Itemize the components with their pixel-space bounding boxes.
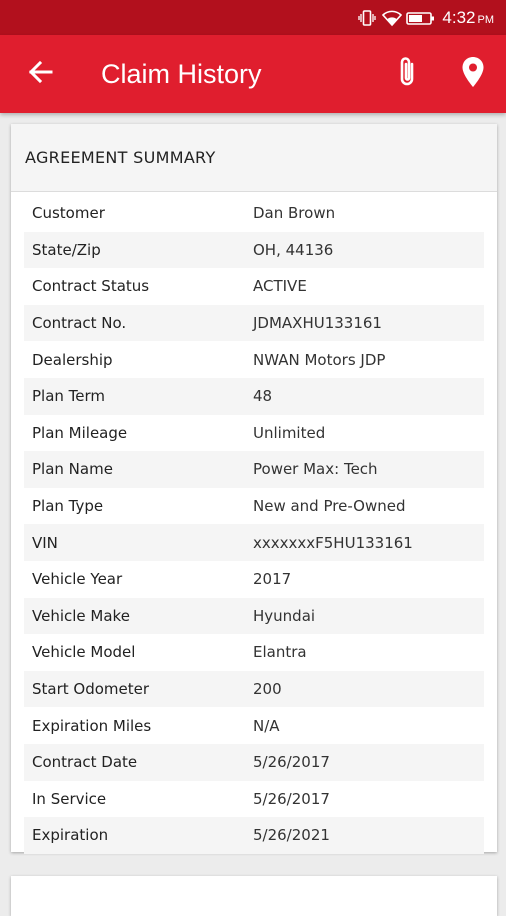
summary-row: Start Odometer 200 xyxy=(24,670,484,708)
summary-row: State/Zip OH, 44136 xyxy=(24,231,484,269)
summary-row-value: ACTIVE xyxy=(253,277,307,296)
summary-row-value: OH, 44136 xyxy=(253,240,334,259)
summary-row: Contract Status ACTIVE xyxy=(24,268,484,305)
summary-row: Contract No. JDMAXHU133161 xyxy=(24,304,484,342)
wifi-icon xyxy=(382,9,403,27)
paperclip-icon xyxy=(396,55,418,94)
back-button[interactable] xyxy=(0,35,80,113)
summary-row: Vehicle Model Elantra xyxy=(24,634,484,671)
summary-row-label: Plan Type xyxy=(32,497,104,516)
summary-row-label: State/Zip xyxy=(32,240,101,259)
summary-row: Contract Date 5/26/2017 xyxy=(24,743,484,781)
summary-row-label: Start Odometer xyxy=(32,680,150,699)
next-card xyxy=(11,876,497,916)
summary-row-label: Contract No. xyxy=(32,314,127,333)
summary-row-value: 200 xyxy=(253,680,282,699)
summary-row: In Service 5/26/2017 xyxy=(24,781,484,818)
clock: 4:32 PM xyxy=(442,7,494,27)
card-header: AGREEMENT SUMMARY xyxy=(11,124,497,192)
summary-row-label: In Service xyxy=(32,789,107,808)
status-bar: 4:32 PM xyxy=(0,0,506,35)
location-button[interactable] xyxy=(440,35,506,113)
battery-icon xyxy=(406,9,436,27)
summary-row: Plan Name Power Max: Tech xyxy=(24,451,484,488)
summary-row-value: Dan Brown xyxy=(253,204,336,223)
summary-row: Expiration 5/26/2021 xyxy=(24,817,484,854)
summary-row-value: 48 xyxy=(253,387,273,406)
summary-row-value: Elantra xyxy=(253,643,307,662)
summary-row-label: Contract Date xyxy=(32,753,138,772)
back-arrow-icon xyxy=(27,60,53,89)
summary-rows: Customer Dan Brown State/Zip OH, 44136 Contr… xyxy=(24,195,484,854)
summary-row-label: Vehicle Model xyxy=(32,643,136,662)
summary-row-value: 5/26/2021 xyxy=(253,826,330,845)
location-pin-icon xyxy=(461,56,485,93)
summary-row-value: xxxxxxxF5HU133161 xyxy=(253,533,413,552)
summary-row-value: N/A xyxy=(253,716,280,735)
summary-row-value: NWAN Motors JDP xyxy=(253,350,386,369)
summary-row: Plan Term 48 xyxy=(24,377,484,415)
summary-row: Customer Dan Brown xyxy=(24,195,484,232)
page-title: Claim History xyxy=(101,58,262,89)
agreement-summary-card: AGREEMENT SUMMARY Customer Dan Brown State… xyxy=(11,124,497,854)
summary-row-label: Expiration xyxy=(32,826,109,845)
summary-row-label: Vehicle Year xyxy=(32,570,123,589)
summary-row: Dealership NWAN Motors JDP xyxy=(24,341,484,378)
summary-row-label: Plan Mileage xyxy=(32,423,128,442)
vibrate-icon xyxy=(358,9,377,27)
summary-row-value: 5/26/2017 xyxy=(253,789,330,808)
summary-row-label: Contract Status xyxy=(32,277,150,296)
summary-row-value: Power Max: Tech xyxy=(253,460,378,479)
summary-row-value: Hyundai xyxy=(253,606,316,625)
summary-row: Plan Mileage Unlimited xyxy=(24,415,484,452)
summary-row-value: 5/26/2017 xyxy=(253,753,330,772)
summary-row: Vehicle Make Hyundai xyxy=(24,597,484,635)
summary-row: Expiration Miles N/A xyxy=(24,707,484,744)
summary-row: Plan Type New and Pre-Owned xyxy=(24,488,484,525)
summary-row-label: Plan Term xyxy=(32,387,106,406)
summary-row-label: VIN xyxy=(32,533,58,552)
summary-row-label: Dealership xyxy=(32,350,113,369)
summary-row-value: New and Pre-Owned xyxy=(253,497,406,516)
card-title: AGREEMENT SUMMARY xyxy=(25,148,216,167)
summary-row-label: Plan Name xyxy=(32,460,113,479)
summary-row-value: Unlimited xyxy=(253,423,326,442)
summary-row-value: JDMAXHU133161 xyxy=(253,314,382,333)
summary-row-label: Expiration Miles xyxy=(32,716,152,735)
summary-row-value: 2017 xyxy=(253,570,292,589)
summary-row: VIN xxxxxxxF5HU133161 xyxy=(24,524,484,561)
summary-row-label: Vehicle Make xyxy=(32,606,130,625)
summary-row: Vehicle Year 2017 xyxy=(24,561,484,598)
app-bar: Claim History xyxy=(0,35,506,113)
attachment-button[interactable] xyxy=(374,35,440,113)
summary-row-label: Customer xyxy=(32,204,105,223)
